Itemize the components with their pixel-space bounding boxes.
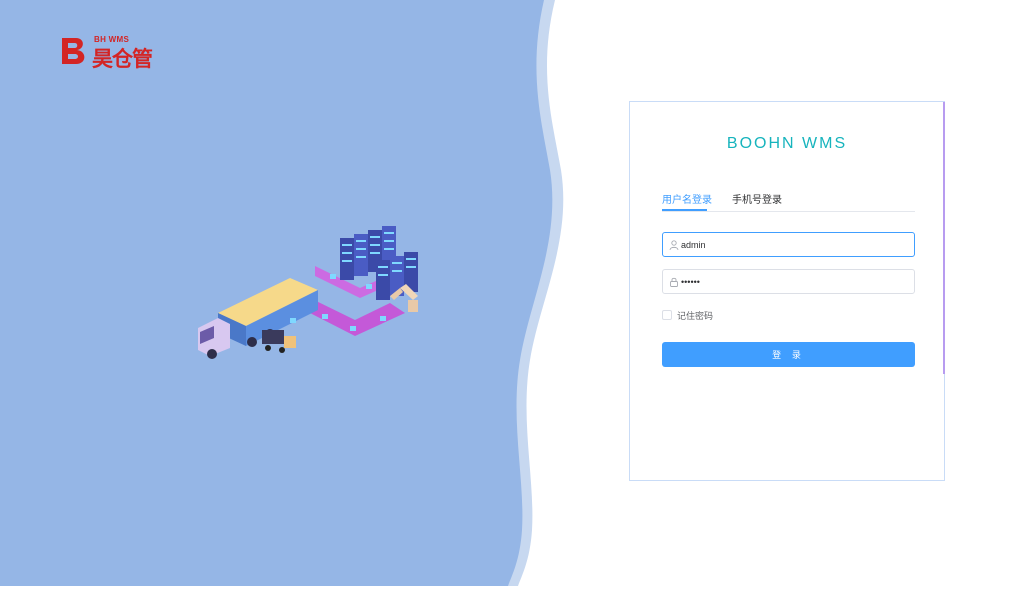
username-input[interactable] [681, 236, 906, 253]
user-icon [669, 240, 679, 251]
tab-phone-login[interactable]: 手机号登录 [732, 191, 782, 206]
remember-label: 记住密码 [677, 311, 714, 322]
truck-icon [198, 278, 318, 359]
login-tabs: 用户名登录 手机号登录 [662, 191, 915, 212]
tab-active-indicator [662, 209, 707, 211]
forklift-icon [262, 330, 296, 353]
login-button[interactable]: 登 录 [662, 342, 915, 367]
login-title: BOOHN WMS [726, 135, 848, 152]
lock-icon [670, 277, 678, 287]
remember-checkbox[interactable] [662, 310, 672, 320]
tab-username-login[interactable]: 用户名登录 [662, 191, 712, 206]
remember-password[interactable]: 记住密码 [662, 309, 714, 322]
login-card: BOOHN WMS 用户名登录 手机号登录 记住密码 登 录 [629, 101, 945, 481]
password-input[interactable] [681, 273, 906, 290]
username-field[interactable] [662, 232, 915, 257]
warehouse-illustration [198, 226, 418, 359]
password-field[interactable] [662, 269, 915, 294]
brand-logo: BH WMS 昊仓管 [60, 35, 153, 71]
logo-title: 昊仓管 [92, 47, 153, 71]
logo-b-icon [62, 38, 85, 64]
